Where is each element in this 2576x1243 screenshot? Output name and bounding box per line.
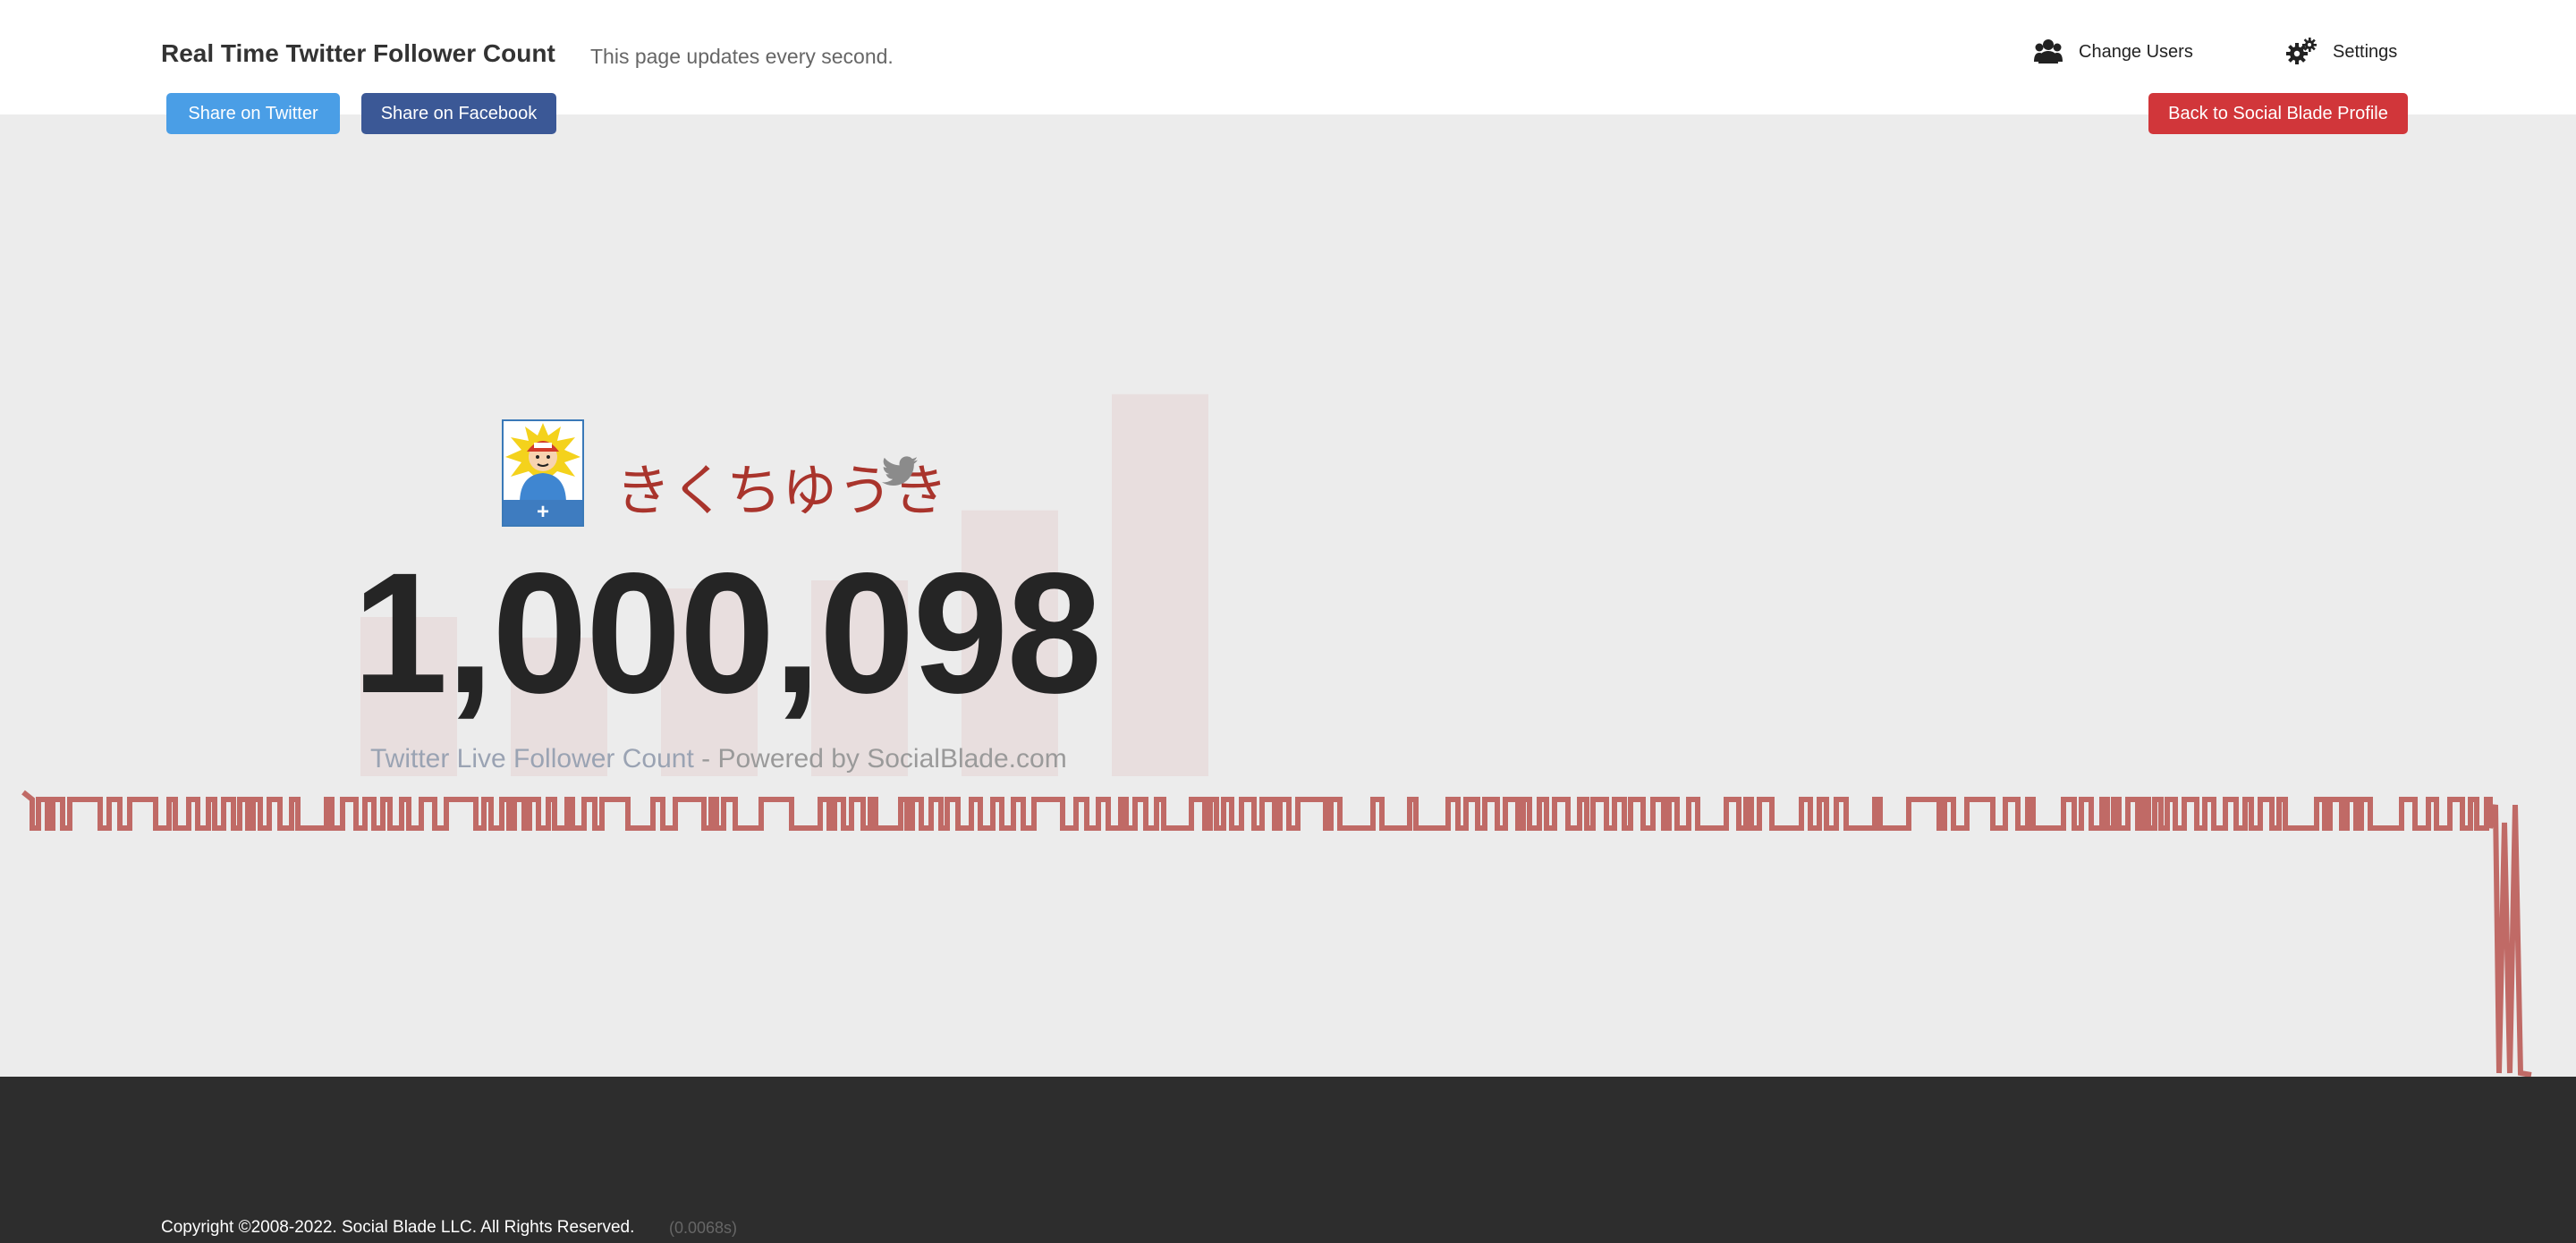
page-subtitle: This page updates every second. [590,45,894,68]
share-facebook-button[interactable]: Share on Facebook [361,93,556,134]
share-twitter-button[interactable]: Share on Twitter [166,93,340,134]
caption-powered: - Powered by SocialBlade.com [693,744,1067,774]
follower-count: 1,000,098 [352,537,1102,729]
follower-line [21,790,2532,1078]
twitter-icon [882,456,918,486]
render-time: (0.0068s) [669,1219,738,1237]
chart-caption: Twitter Live Follower Count - Powered by… [370,744,1067,774]
caption-main: Twitter Live Follower Count [370,744,694,774]
bar-5 [1112,393,1208,776]
change-users-link[interactable]: Change Users [2034,34,2193,70]
avatar[interactable]: + [502,419,584,527]
back-to-profile-button[interactable]: Back to Social Blade Profile [2148,93,2408,134]
gears-icon [2286,38,2317,64]
settings-link[interactable]: Settings [2286,34,2397,70]
settings-label: Settings [2333,41,2398,62]
copyright-text: Copyright ©2008-2022. Social Blade LLC. … [161,1218,635,1237]
add-user-button[interactable]: + [504,500,582,525]
page-title: Real Time Twitter Follower Count [161,39,555,67]
users-icon [2034,39,2063,63]
change-users-label: Change Users [2079,41,2193,62]
follower-line-path [21,790,2532,1078]
avatar-image [504,421,582,503]
